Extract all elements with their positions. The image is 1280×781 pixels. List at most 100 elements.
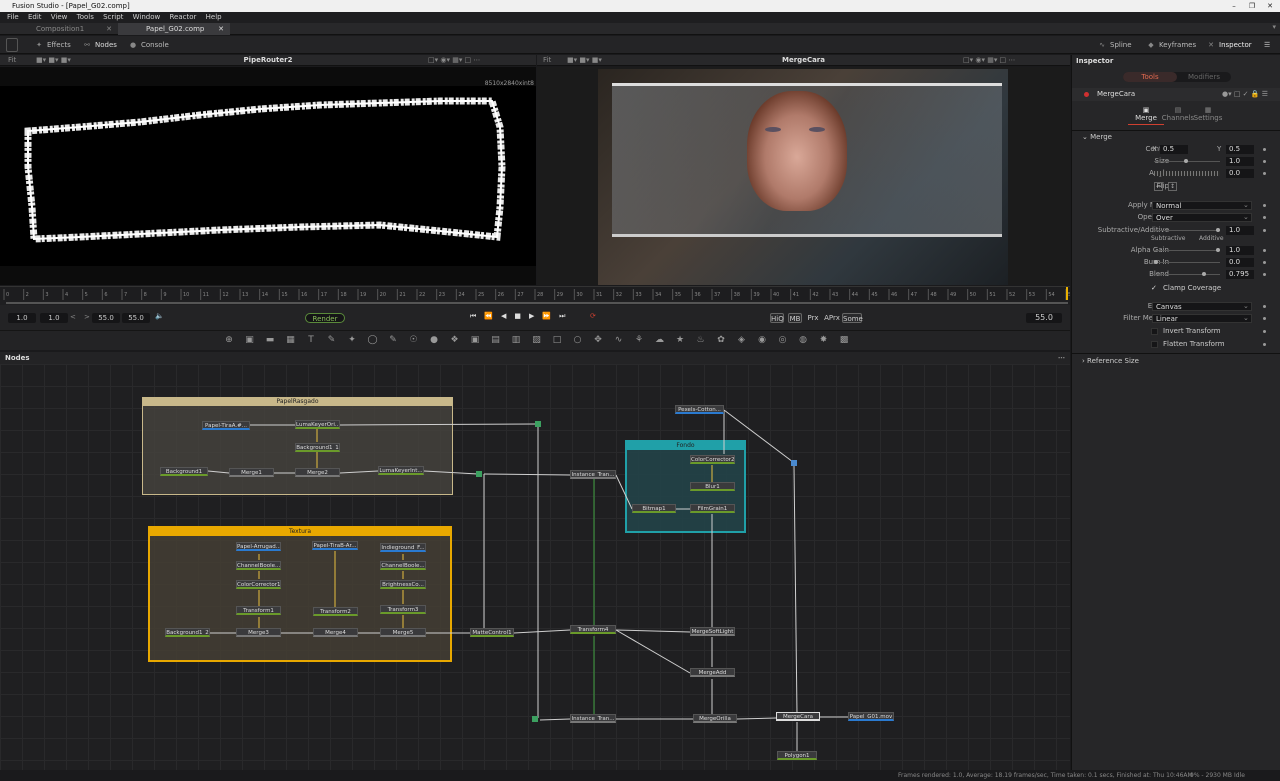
node-channelboolean1[interactable]: ChannelBoole... bbox=[236, 561, 281, 570]
node-polygon1[interactable]: Polygon1 bbox=[777, 751, 817, 760]
keyframe-dot[interactable] bbox=[1263, 261, 1266, 264]
prx-button[interactable]: Prx bbox=[806, 313, 820, 323]
node-mergeorilla[interactable]: MergeOrilla bbox=[693, 714, 737, 723]
keyframes-button[interactable]: ◆ Keyframes bbox=[1146, 38, 1196, 52]
keyframe-dot[interactable] bbox=[1263, 172, 1266, 175]
menu-tools[interactable]: Tools bbox=[77, 13, 94, 21]
nodes-button[interactable]: ⚯ Nodes bbox=[82, 38, 117, 52]
menu-edit[interactable]: Edit bbox=[28, 13, 42, 21]
node-colorcorrector1[interactable]: ColorCorrector1 bbox=[236, 580, 281, 589]
render-end-field[interactable]: 55.0 bbox=[92, 313, 120, 323]
node-transform3[interactable]: Transform3 bbox=[380, 605, 426, 614]
global-start-field[interactable]: 1.0 bbox=[8, 313, 36, 323]
blend-slider[interactable] bbox=[1154, 272, 1220, 276]
viewer-tools-icon[interactable]: □▾ ◉▾ ▦▾ □ ⋯ bbox=[963, 55, 1015, 66]
more-icon[interactable]: ⋯ bbox=[1058, 352, 1065, 364]
node-filmgrain1[interactable]: FilmGrain1 bbox=[690, 504, 735, 513]
tab-composition1[interactable]: Composition1 ✕ bbox=[0, 23, 118, 35]
right-viewer[interactable] bbox=[537, 67, 1070, 285]
loop-icon[interactable]: ⟳ bbox=[590, 312, 596, 320]
left-viewer[interactable]: 8510x2840xint8 bbox=[0, 67, 536, 285]
tool-icon[interactable]: ✿ bbox=[714, 335, 728, 345]
tool-icon[interactable]: ◍ bbox=[796, 335, 810, 345]
tool-icon[interactable]: ▣ bbox=[243, 335, 257, 345]
keyframe-dot[interactable] bbox=[1263, 249, 1266, 252]
tool-icon[interactable]: ✦ bbox=[345, 335, 359, 345]
tab-modifiers[interactable]: Modifiers bbox=[1177, 72, 1231, 82]
tool-icon[interactable]: ◎ bbox=[776, 335, 790, 345]
size-slider[interactable] bbox=[1154, 159, 1220, 163]
node-transform4[interactable]: Transform4 bbox=[570, 625, 616, 634]
tool-icon[interactable]: ● bbox=[427, 335, 441, 345]
tool-icon[interactable]: ◯ bbox=[366, 335, 380, 345]
apply-mode-dropdown[interactable]: Normal bbox=[1152, 201, 1252, 210]
node-color-dot[interactable] bbox=[1084, 92, 1089, 97]
node-transform1[interactable]: Transform1 bbox=[236, 606, 281, 615]
chevron-right-icon[interactable]: > bbox=[84, 313, 90, 321]
invert-transform-checkbox[interactable] bbox=[1151, 328, 1158, 335]
global-end-field[interactable]: 55.0 bbox=[122, 313, 150, 323]
maximize-icon[interactable]: ❐ bbox=[1244, 0, 1260, 12]
blend-field[interactable]: 0.795 bbox=[1226, 270, 1254, 279]
node-brightnesscontrast[interactable]: BrightnessCo... bbox=[380, 580, 426, 589]
keyframe-dot[interactable] bbox=[1263, 148, 1266, 151]
tool-icon[interactable]: ▨ bbox=[530, 335, 544, 345]
clamp-checkbox[interactable]: ✓ bbox=[1151, 283, 1157, 294]
inspector-button[interactable]: ✕ Inspector bbox=[1206, 38, 1252, 52]
menu-window[interactable]: Window bbox=[133, 13, 161, 21]
tool-icon[interactable]: ✸ bbox=[817, 335, 831, 345]
keyframe-dot[interactable] bbox=[1263, 305, 1266, 308]
tool-icon[interactable]: ▦ bbox=[284, 335, 298, 345]
close-tab-icon[interactable]: ✕ bbox=[218, 23, 224, 35]
node-mattecontrol1[interactable]: MatteControl1 bbox=[470, 628, 514, 637]
current-time-field[interactable]: 55.0 bbox=[1026, 313, 1062, 323]
menu-help[interactable]: Help bbox=[206, 13, 222, 21]
chevron-left-icon[interactable]: < bbox=[70, 313, 76, 321]
pipe-router[interactable] bbox=[535, 421, 541, 427]
node-merge2[interactable]: Merge2 bbox=[295, 468, 340, 477]
pipe-router[interactable] bbox=[476, 471, 482, 477]
node-merge5[interactable]: Merge5 bbox=[380, 628, 426, 637]
section-reference-size[interactable]: › Reference Size bbox=[1072, 356, 1280, 367]
keyframe-dot[interactable] bbox=[1263, 160, 1266, 163]
keyframe-dot[interactable] bbox=[1263, 204, 1266, 207]
menu-file[interactable]: File bbox=[7, 13, 19, 21]
more-icon[interactable]: ☰ bbox=[1264, 38, 1270, 52]
node-papel-tira-a[interactable]: Papel-TiraA.#... bbox=[202, 421, 250, 430]
center-x-field[interactable]: 0.5 bbox=[1160, 145, 1188, 154]
console-button[interactable]: ● Console bbox=[128, 38, 169, 52]
node-saver-papel-g01[interactable]: Papel_G01.mov bbox=[848, 712, 894, 721]
node-lumakeyer-ori[interactable]: LumaKeyerOri... bbox=[295, 420, 340, 429]
node-colorcorrector2[interactable]: ColorCorrector2 bbox=[690, 455, 735, 464]
pipe-router[interactable] bbox=[532, 716, 538, 722]
tool-icon[interactable]: ★ bbox=[673, 335, 687, 345]
section-merge[interactable]: ⌄ Merge bbox=[1072, 132, 1280, 143]
edges-dropdown[interactable]: Canvas bbox=[1152, 302, 1252, 311]
playhead[interactable] bbox=[1066, 287, 1068, 301]
tool-icon[interactable]: ◈ bbox=[735, 335, 749, 345]
tab-tools[interactable]: Tools bbox=[1123, 72, 1177, 82]
keyframe-dot[interactable] bbox=[1263, 330, 1266, 333]
menu-reactor[interactable]: Reactor bbox=[169, 13, 196, 21]
render-start-field[interactable]: 1.0 bbox=[40, 313, 68, 323]
tool-icon[interactable]: ∿ bbox=[612, 335, 626, 345]
node-instance-transform-2[interactable]: Instance_Tran... bbox=[570, 714, 616, 723]
tool-icon[interactable]: ◉ bbox=[755, 335, 769, 345]
effects-button[interactable]: ✦ Effects bbox=[34, 38, 71, 52]
hiq-button[interactable]: HiQ bbox=[770, 313, 784, 323]
flatten-transform-checkbox[interactable] bbox=[1151, 341, 1158, 348]
subtab-settings[interactable]: ▦ Settings bbox=[1190, 106, 1226, 122]
filter-dropdown[interactable]: Linear bbox=[1152, 314, 1252, 323]
node-transform2[interactable]: Transform2 bbox=[313, 607, 358, 616]
node-lumakeyer-int[interactable]: LumaKeyerInt... bbox=[378, 466, 424, 475]
layout-toggle-button[interactable] bbox=[6, 38, 18, 52]
center-y-field[interactable]: 0.5 bbox=[1226, 145, 1254, 154]
burn-in-field[interactable]: 0.0 bbox=[1226, 258, 1254, 267]
keyframe-dot[interactable] bbox=[1263, 343, 1266, 346]
tool-icon[interactable]: ⊕ bbox=[222, 335, 236, 345]
node-background1[interactable]: Background1 bbox=[160, 467, 208, 476]
node-header-icons[interactable]: ●▾ □ ✓ 🔒 ☰ bbox=[1222, 90, 1268, 98]
angle-dial[interactable] bbox=[1154, 171, 1220, 176]
tool-icon[interactable]: ✥ bbox=[591, 335, 605, 345]
close-icon[interactable]: ✕ bbox=[1262, 0, 1278, 12]
